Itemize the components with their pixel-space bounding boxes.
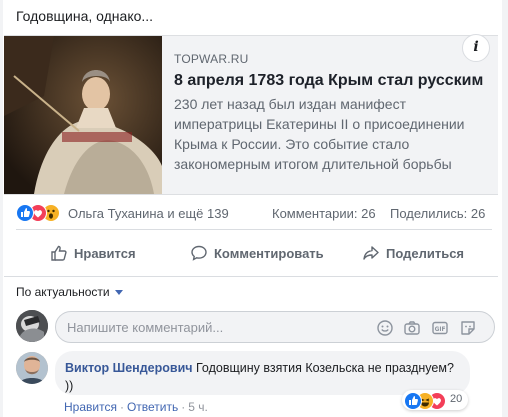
link-description: 230 лет назад был издан манифест императ… [174,96,465,172]
link-title[interactable]: 8 апреля 1783 года Крым стал русским [174,72,488,90]
comment-button-label: Комментировать [214,245,324,261]
commenter-avatar[interactable] [16,352,48,384]
link-preview-card[interactable]: TOPWAR.RU 8 апреля 1783 года Крым стал р… [4,34,498,195]
comment-icon [191,245,207,261]
emoji-icon[interactable] [376,319,394,337]
caret-down-icon [114,290,123,296]
share-button[interactable]: Поделиться [362,233,464,273]
like-reaction-icon [404,392,422,410]
comment-author[interactable]: Виктор Шендерович [65,361,193,375]
post-actions-bar: Нравится Комментировать Поделиться [16,233,492,273]
like-button[interactable]: Нравится [50,233,136,273]
page-left-edge [0,0,3,417]
sort-label: По актуальности [16,285,110,299]
comment-button[interactable]: Комментировать [190,233,324,273]
link-thumbnail[interactable] [4,36,162,194]
comment-like-link[interactable]: Нравится [64,400,117,414]
page-right-edge [502,0,508,417]
comment-timestamp[interactable]: 5 ч. [188,400,208,414]
comments-count[interactable]: Комментарии: 26 [272,206,376,221]
svg-text:GIF: GIF [435,327,446,333]
shares-count[interactable]: Поделились: 26 [390,206,485,221]
comment-actions: Нравится · Ответить · 5 ч. [64,400,208,414]
post-stats: Ольга Туханина и ещё 139 Комментарии: 26… [16,203,492,223]
thumbs-up-icon [51,245,67,261]
separator-dot: · [119,400,124,414]
comment-reactions[interactable]: 20 [402,390,468,410]
camera-icon[interactable] [403,319,421,337]
current-user-avatar[interactable] [16,310,48,342]
post-text: Годовщина, однако... [16,8,154,24]
info-icon[interactable]: i [462,34,490,62]
separator-dot: · [181,400,186,414]
share-button-label: Поделиться [386,245,465,261]
divider [4,276,498,277]
share-icon [363,246,379,260]
like-button-label: Нравится [74,245,136,261]
comment-sort-dropdown[interactable]: По актуальности [16,285,123,299]
sticker-icon[interactable] [459,319,477,337]
link-domain[interactable]: TOPWAR.RU [174,52,488,66]
gif-icon[interactable]: GIF [431,319,449,337]
comment-body: Виктор Шендерович Годовщину взятия Козел… [65,359,465,395]
comment-input[interactable]: Напишите комментарий... GIF [55,311,495,343]
comment-reaction-count: 20 [450,393,463,405]
reactors-text[interactable]: Ольга Туханина и ещё 139 [68,206,229,221]
comment-reply-link[interactable]: Ответить [127,400,178,414]
divider [16,229,492,230]
like-reaction-icon [16,204,34,222]
comment-input-placeholder: Напишите комментарий... [67,320,224,335]
comment-bubble: Виктор Шендерович Годовщину взятия Козел… [55,351,470,395]
